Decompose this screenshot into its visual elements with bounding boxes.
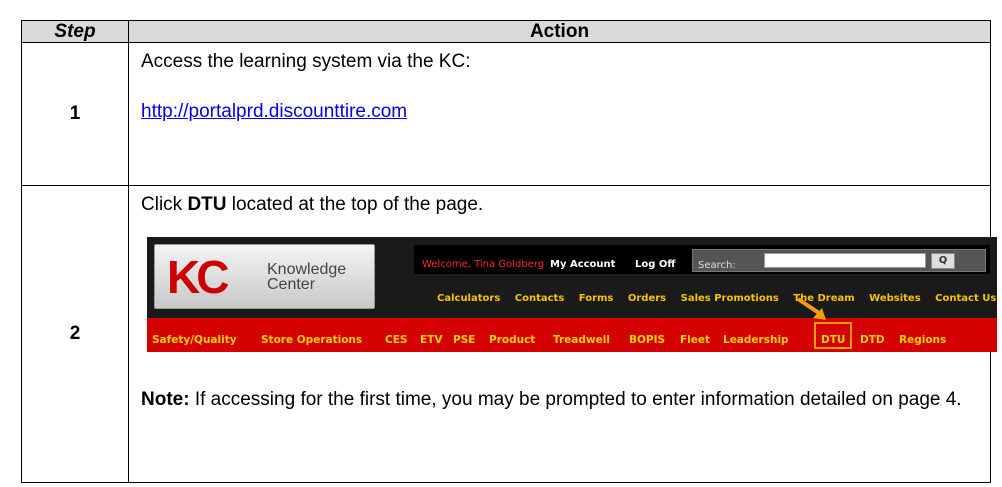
kc-logo-line2: Center [267,276,316,293]
search-input[interactable] [764,253,926,268]
nav-bopis[interactable]: BOPIS [629,329,665,352]
note-text: If accessing for the first time, you may… [189,389,962,410]
nav-store-operations[interactable]: Store Operations [261,329,362,352]
note-label: Note: [141,389,190,410]
welcome-text: Welcome, Tina Goldberg [422,259,545,270]
sub-nav-calculators[interactable]: Calculators [437,293,500,304]
kc-main-nav: Safety/Quality Store Operations CES ETV … [147,318,997,352]
nav-dtd[interactable]: DTD [860,329,885,352]
kc-top-bar: Welcome, Tina Goldberg My Account Log Of… [414,245,990,274]
log-off-link[interactable]: Log Off [635,253,675,276]
pointer-arrow-icon [796,297,826,320]
nav-etv[interactable]: ETV [420,329,442,352]
nav-fleet[interactable]: Fleet [680,329,710,352]
instruction-post: located at the top of the page. [226,194,484,215]
sub-nav-websites[interactable]: Websites [869,293,921,304]
instruction-bold: DTU [187,194,227,215]
search-button[interactable]: Q [931,253,955,269]
step-number-2: 2 [21,185,129,483]
step-1-action: Access the learning system via the KC: h… [128,42,991,186]
portal-link[interactable]: http://portalprd.discounttire.com [141,100,980,123]
kc-portal-screenshot: KC Knowledge Center Welcome, Tina Goldbe… [147,237,997,352]
nav-treadwell[interactable]: Treadwell [553,329,610,352]
steps-table: Step Action 1 Access the learning system… [21,20,997,483]
kc-logo-letters: KC [167,251,229,303]
kc-logo: KC Knowledge Center [154,244,375,309]
nav-ces[interactable]: CES [385,329,407,352]
sub-nav-orders[interactable]: Orders [628,293,666,304]
nav-product[interactable]: Product [489,329,535,352]
sub-nav-contacts[interactable]: Contacts [515,293,565,304]
search-label: Search: [698,260,736,271]
kc-logo-text: Knowledge Center [267,261,347,293]
header-action: Action [128,20,991,43]
sub-nav-forms[interactable]: Forms [579,293,614,304]
nav-leadership[interactable]: Leadership [723,329,789,352]
kc-logo-line1: Knowledge [267,261,347,278]
step-1-text: Access the learning system via the KC: [141,51,471,72]
step-2-instruction: Click DTU located at the top of the page… [141,193,980,216]
dtu-highlight-box [814,322,852,349]
kc-sub-nav: Calculators Contacts Forms Orders Sales … [437,287,1002,310]
my-account-link[interactable]: My Account [550,253,615,276]
nav-pse[interactable]: PSE [453,329,475,352]
step-number-1: 1 [21,42,129,186]
step-2-note: Note: If accessing for the first time, y… [141,388,980,411]
header-step: Step [21,20,129,43]
sub-nav-contact-us[interactable]: Contact Us [935,293,996,304]
step-2-action: Click DTU located at the top of the page… [128,185,997,483]
search-box: Search: Q [692,249,986,272]
nav-regions[interactable]: Regions [899,329,946,352]
search-icon: Q [938,255,948,266]
nav-safety-quality[interactable]: Safety/Quality [152,329,237,352]
instruction-pre: Click [141,194,188,215]
sub-nav-sales-promotions[interactable]: Sales Promotions [681,293,779,304]
